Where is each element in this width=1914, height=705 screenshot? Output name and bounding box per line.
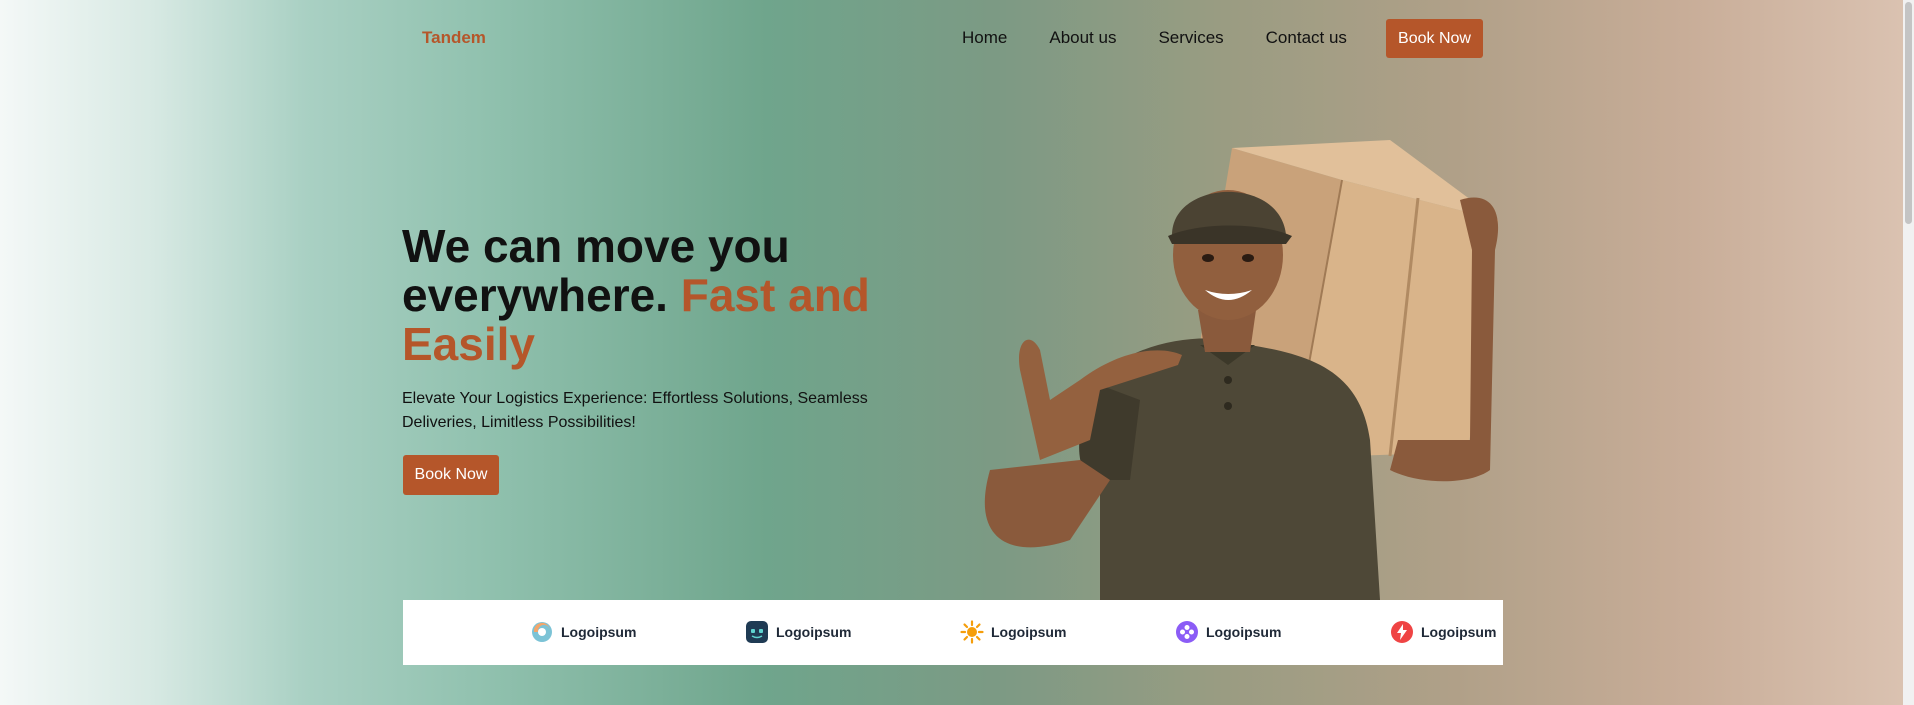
nav-link-contact[interactable]: Contact us [1266, 28, 1347, 48]
nav-link-home[interactable]: Home [962, 28, 1007, 48]
scrollbar-thumb[interactable] [1905, 2, 1912, 224]
partner-logos-strip: Logoipsum Logoipsum Logoipsum Logoipsum … [403, 600, 1503, 665]
page-scrollbar[interactable] [1903, 0, 1914, 705]
delivery-person-image [984, 140, 1499, 600]
brand-logo[interactable]: Tandem [422, 28, 486, 48]
partner-logo-name: Logoipsum [1206, 624, 1282, 640]
partner-logo-name: Logoipsum [1421, 624, 1497, 640]
partner-logo-name: Logoipsum [991, 624, 1067, 640]
sun-logo-icon [960, 620, 984, 644]
partner-logo[interactable]: Logoipsum [960, 620, 1066, 644]
partner-logo-name: Logoipsum [776, 624, 852, 640]
hero-subtitle: Elevate Your Logistics Experience: Effor… [402, 390, 868, 431]
partner-logo[interactable]: Logoipsum [530, 620, 636, 644]
nav-book-now-button[interactable]: Book Now [1386, 19, 1483, 58]
partner-logo[interactable]: Logoipsum [745, 620, 851, 644]
nav-link-services[interactable]: Services [1158, 28, 1223, 48]
bolt-logo-icon [1391, 621, 1413, 643]
face-logo-icon [746, 621, 768, 643]
hero-title: We can move you everywhere. Fast and Eas… [402, 222, 922, 369]
nav-link-about[interactable]: About us [1049, 28, 1116, 48]
top-navbar: Tandem Home About us Services Contact us… [0, 0, 1903, 78]
swirl-logo-icon [532, 622, 552, 642]
nav-links: Home About us Services Contact us [962, 28, 1389, 48]
hero-book-now-button[interactable]: Book Now [403, 455, 499, 495]
partner-logo-name: Logoipsum [561, 624, 637, 640]
partner-logo[interactable]: Logoipsum [1175, 620, 1281, 644]
partner-logo[interactable]: Logoipsum [1390, 620, 1496, 644]
dots-logo-icon [1176, 621, 1198, 643]
